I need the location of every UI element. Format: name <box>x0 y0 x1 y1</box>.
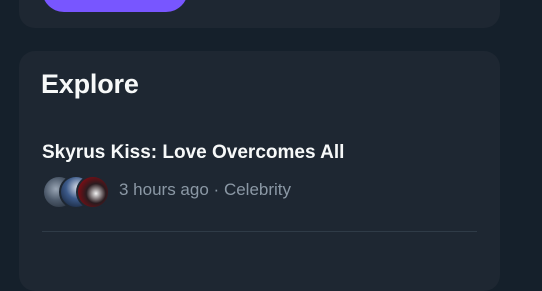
divider <box>42 231 477 232</box>
explore-item[interactable]: Skyrus Kiss: Love Overcomes All 3 hours … <box>19 131 500 232</box>
explore-item-category: Celebrity <box>223 180 292 199</box>
explore-item-title[interactable]: Skyrus Kiss: Love Overcomes All <box>42 142 344 164</box>
meta-separator: · <box>213 180 220 199</box>
avatar <box>76 175 110 209</box>
explore-card: Explore Skyrus Kiss: Love Overcomes All … <box>19 51 500 291</box>
explore-title: Explore <box>41 69 139 99</box>
primary-action-button[interactable] <box>42 0 188 12</box>
avatar-stack <box>42 175 110 209</box>
explore-item-meta: 3 hours ago · Celebrity <box>119 180 291 200</box>
explore-item-time: 3 hours ago <box>119 180 209 199</box>
top-card <box>19 0 500 28</box>
